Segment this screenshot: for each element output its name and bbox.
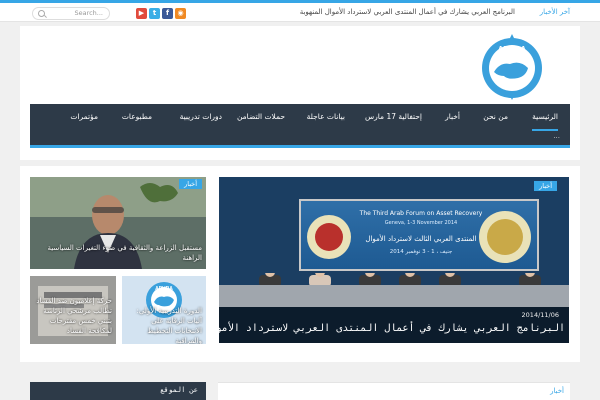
thumb-title[interactable]: حركة إعلاميون ضد الفساد تطالب مرشحي الرئ… (30, 296, 112, 336)
logo-text: APHRA (498, 45, 527, 54)
screen-text-ar: المنتدى العربي الثالث لاسترداد الأموال (365, 234, 476, 243)
news-section-tag[interactable]: أخبار (550, 387, 564, 395)
news-ticker-label: آخر الأخبار (539, 8, 570, 16)
search-icon[interactable] (38, 10, 45, 17)
twitter-icon[interactable]: t (149, 8, 160, 19)
news-thumb-agriculture[interactable]: أخبار مستقبل الزراعة والثقافية في ضوء ال… (30, 177, 206, 269)
nav-more[interactable]: ... (553, 132, 560, 140)
news-thumb-corruption[interactable]: حركة إعلاميون ضد الفساد تطالب مرشحي الرئ… (30, 276, 116, 344)
panel-table (219, 285, 569, 307)
thumb-title[interactable]: مستقبل الزراعة والثقافية في ضوء التغيرات… (34, 243, 202, 263)
main-nav: الرئيسية من نحن أخبار إحتفالية 17 مارس ب… (30, 104, 570, 148)
nav-item-march17[interactable]: إحتفالية 17 مارس (365, 112, 422, 121)
search-input[interactable]: Search... (32, 7, 110, 20)
nav-item-home[interactable]: الرئيسية (532, 112, 558, 131)
screen-text-en2: Geneva, 1-3 November 2014 (385, 220, 457, 226)
hero-slide[interactable]: The Third Arab Forum on Asset Recovery G… (219, 177, 569, 343)
screen-text-ar2: جنيف ، 1 - 3 نوفمبر 2014 (390, 249, 453, 255)
nav-item-publications[interactable]: مطبوعات (122, 112, 152, 121)
hero-category-tag[interactable]: أخبار (534, 181, 557, 191)
nav-item-about[interactable]: من نحن (483, 112, 508, 121)
thumb-title[interactable]: الدورة التدريبية الأولى: آليات الرقابة ع… (122, 306, 202, 344)
hero-caption: 2014/11/06 البرنامج العربي يشارك في أعما… (219, 307, 569, 343)
nav-item-training[interactable]: دورات تدريبية (180, 112, 222, 121)
about-widget-title: عن الموقع (160, 386, 198, 394)
site-logo[interactable]: APHRA (472, 32, 552, 100)
search-placeholder: Search... (74, 9, 103, 17)
nav-item-news[interactable]: أخبار (445, 112, 460, 121)
about-widget-header: عن الموقع (30, 382, 206, 400)
hero-title[interactable]: البرنامج العربي يشارك في أعمال المنتدى ا… (219, 323, 565, 334)
nav-item-solidarity[interactable]: حملات التضامن (237, 112, 285, 121)
nav-item-conferences[interactable]: مؤتمرات (70, 112, 98, 121)
nav-item-urgent-statements[interactable]: بيانات عاجلة (307, 112, 345, 121)
rss-icon[interactable]: ◉ (175, 8, 186, 19)
screen-text-en: The Third Arab Forum on Asset Recovery (359, 210, 483, 217)
news-section-header: أخبار (218, 382, 570, 400)
news-thumb-training[interactable]: APHRA الدورة التدريبية الأولى: آليات الر… (122, 276, 206, 344)
top-bar: Search... ▶ t f ◉ البرنامج العربي يشارك … (0, 0, 600, 22)
facebook-icon[interactable]: f (162, 8, 173, 19)
thumb-logo-text: APHRA (155, 286, 173, 292)
youtube-icon[interactable]: ▶ (136, 8, 147, 19)
hero-date: 2014/11/06 (521, 311, 559, 319)
hero-projection-screen: The Third Arab Forum on Asset Recovery G… (299, 199, 539, 271)
news-ticker-headline[interactable]: البرنامج العربي يشارك في أعمال المنتدى ا… (300, 8, 515, 16)
thumb-category-tag[interactable]: أخبار (179, 179, 202, 189)
